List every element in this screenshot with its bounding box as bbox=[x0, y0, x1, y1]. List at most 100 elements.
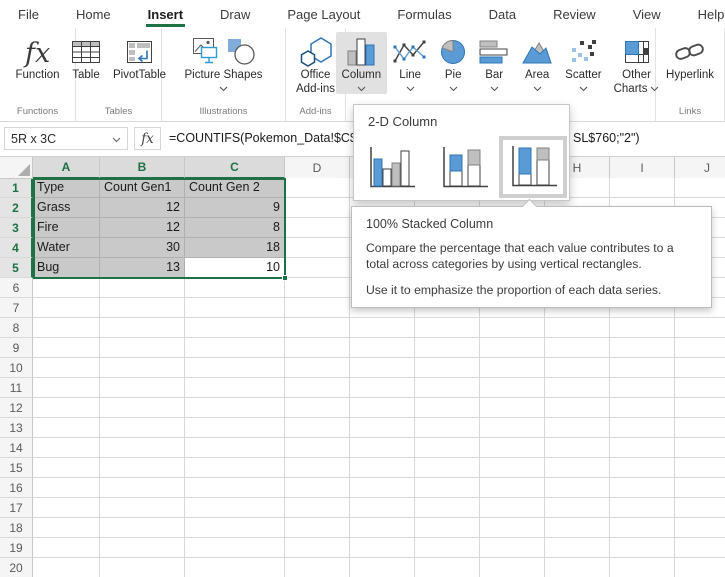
menu-tab-view[interactable]: View bbox=[631, 0, 663, 28]
row-header-11[interactable]: 11 bbox=[0, 378, 33, 398]
cell-D7[interactable] bbox=[285, 298, 350, 318]
cell-A19[interactable] bbox=[33, 538, 100, 558]
menu-tab-draw[interactable]: Draw bbox=[218, 0, 252, 28]
cell-C8[interactable] bbox=[185, 318, 285, 338]
cell-B6[interactable] bbox=[100, 278, 185, 298]
cell-D6[interactable] bbox=[285, 278, 350, 298]
cell-G14[interactable] bbox=[480, 438, 545, 458]
cell-G16[interactable] bbox=[480, 478, 545, 498]
cell-D10[interactable] bbox=[285, 358, 350, 378]
cell-D18[interactable] bbox=[285, 518, 350, 538]
cell-I11[interactable] bbox=[610, 378, 675, 398]
cell-C12[interactable] bbox=[185, 398, 285, 418]
cell-B19[interactable] bbox=[100, 538, 185, 558]
cell-H16[interactable] bbox=[545, 478, 610, 498]
cell-A15[interactable] bbox=[33, 458, 100, 478]
cell-H19[interactable] bbox=[545, 538, 610, 558]
cell-G13[interactable] bbox=[480, 418, 545, 438]
menu-tab-data[interactable]: Data bbox=[487, 0, 518, 28]
cell-D15[interactable] bbox=[285, 458, 350, 478]
option-100-stacked-column[interactable] bbox=[499, 136, 567, 198]
cell-E15[interactable] bbox=[350, 458, 415, 478]
function-button[interactable]: fxFunction bbox=[9, 32, 65, 85]
cell-F19[interactable] bbox=[415, 538, 480, 558]
cell-B7[interactable] bbox=[100, 298, 185, 318]
cell-A11[interactable] bbox=[33, 378, 100, 398]
cell-H11[interactable] bbox=[545, 378, 610, 398]
cell-G10[interactable] bbox=[480, 358, 545, 378]
cell-J14[interactable] bbox=[675, 438, 725, 458]
cell-C10[interactable] bbox=[185, 358, 285, 378]
cell-H8[interactable] bbox=[545, 318, 610, 338]
row-header-7[interactable]: 7 bbox=[0, 298, 33, 318]
pie-button[interactable]: Pie bbox=[433, 32, 473, 94]
cell-H17[interactable] bbox=[545, 498, 610, 518]
cell-D5[interactable] bbox=[285, 258, 350, 278]
office-add-ins-button[interactable]: OfficeAdd-ins bbox=[290, 32, 341, 99]
cell-F20[interactable] bbox=[415, 558, 480, 577]
row-header-3[interactable]: 3 bbox=[0, 218, 33, 238]
cell-C4[interactable]: 18 bbox=[185, 238, 285, 258]
cell-F9[interactable] bbox=[415, 338, 480, 358]
cell-I15[interactable] bbox=[610, 458, 675, 478]
cell-G12[interactable] bbox=[480, 398, 545, 418]
menu-tab-formulas[interactable]: Formulas bbox=[395, 0, 453, 28]
cell-H14[interactable] bbox=[545, 438, 610, 458]
cell-D2[interactable] bbox=[285, 198, 350, 218]
cell-A16[interactable] bbox=[33, 478, 100, 498]
cell-E9[interactable] bbox=[350, 338, 415, 358]
cell-I1[interactable] bbox=[610, 178, 675, 198]
cell-D20[interactable] bbox=[285, 558, 350, 577]
row-header-12[interactable]: 12 bbox=[0, 398, 33, 418]
menu-tab-help[interactable]: Help bbox=[696, 0, 725, 28]
cell-I18[interactable] bbox=[610, 518, 675, 538]
cell-B4[interactable]: 30 bbox=[100, 238, 185, 258]
column-button[interactable]: Column bbox=[336, 32, 388, 94]
cell-C18[interactable] bbox=[185, 518, 285, 538]
row-header-18[interactable]: 18 bbox=[0, 518, 33, 538]
cell-H13[interactable] bbox=[545, 418, 610, 438]
column-header-B[interactable]: B bbox=[100, 157, 185, 179]
cell-G15[interactable] bbox=[480, 458, 545, 478]
cell-B15[interactable] bbox=[100, 458, 185, 478]
cell-B20[interactable] bbox=[100, 558, 185, 577]
menu-tab-page-layout[interactable]: Page Layout bbox=[285, 0, 362, 28]
cell-A4[interactable]: Water bbox=[33, 238, 100, 258]
option-clustered-column[interactable] bbox=[365, 145, 417, 196]
cell-B18[interactable] bbox=[100, 518, 185, 538]
cell-F15[interactable] bbox=[415, 458, 480, 478]
cell-H10[interactable] bbox=[545, 358, 610, 378]
cell-C14[interactable] bbox=[185, 438, 285, 458]
cell-E12[interactable] bbox=[350, 398, 415, 418]
area-button[interactable]: Area bbox=[515, 32, 559, 94]
column-header-C[interactable]: C bbox=[185, 157, 285, 179]
menu-tab-insert[interactable]: Insert bbox=[146, 0, 185, 28]
row-header-17[interactable]: 17 bbox=[0, 498, 33, 518]
cell-C9[interactable] bbox=[185, 338, 285, 358]
row-header-4[interactable]: 4 bbox=[0, 238, 33, 258]
row-header-2[interactable]: 2 bbox=[0, 198, 33, 218]
bar-button[interactable]: Bar bbox=[473, 32, 515, 94]
cell-G17[interactable] bbox=[480, 498, 545, 518]
cell-J15[interactable] bbox=[675, 458, 725, 478]
cell-C3[interactable]: 8 bbox=[185, 218, 285, 238]
cell-E17[interactable] bbox=[350, 498, 415, 518]
cell-C17[interactable] bbox=[185, 498, 285, 518]
insert-function-button[interactable]: fx bbox=[134, 127, 161, 150]
cell-F17[interactable] bbox=[415, 498, 480, 518]
cell-B17[interactable] bbox=[100, 498, 185, 518]
cell-C5[interactable]: 10 bbox=[185, 258, 285, 278]
name-box-chevron-icon[interactable] bbox=[112, 132, 121, 146]
cell-F10[interactable] bbox=[415, 358, 480, 378]
cell-C6[interactable] bbox=[185, 278, 285, 298]
hyperlink-button[interactable]: Hyperlink bbox=[660, 32, 720, 85]
cell-F11[interactable] bbox=[415, 378, 480, 398]
cell-E13[interactable] bbox=[350, 418, 415, 438]
table-button[interactable]: Table bbox=[65, 32, 107, 85]
row-header-14[interactable]: 14 bbox=[0, 438, 33, 458]
cell-E11[interactable] bbox=[350, 378, 415, 398]
cell-G9[interactable] bbox=[480, 338, 545, 358]
cell-H20[interactable] bbox=[545, 558, 610, 577]
menu-tab-review[interactable]: Review bbox=[551, 0, 598, 28]
cell-E14[interactable] bbox=[350, 438, 415, 458]
